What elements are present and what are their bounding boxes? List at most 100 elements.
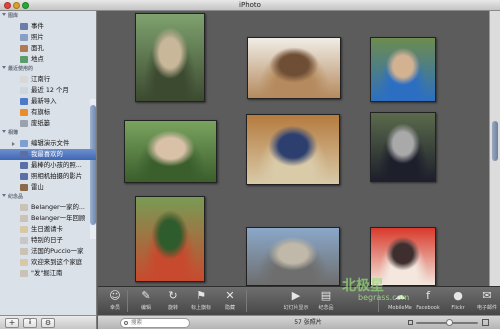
window-title: iPhoto [239, 1, 261, 9]
recent-item-label: 江南行 [31, 75, 51, 83]
iphoto-window: iPhoto 图库事件照片面孔 地点最近使用的江南行最近 12 个月 最新导入 有旗标… [0, 0, 500, 329]
photo-crabs-on-plate[interactable] [247, 37, 341, 99]
action-gear-button[interactable]: ⚙ [41, 318, 55, 328]
recent-item-2[interactable]: 最新导入 [0, 96, 96, 107]
smart-album-icon [20, 162, 28, 169]
places-icon [20, 56, 28, 63]
status-bar: 搜索 57 张照片 [98, 315, 500, 329]
calendar-icon [20, 87, 28, 94]
section-header-albums[interactable]: 相簿 [2, 130, 18, 137]
flickr-icon: ● [453, 289, 463, 302]
keepsake-item-6[interactable]: "发"掘江南 [0, 268, 96, 279]
library-item-0[interactable]: 事件 [0, 21, 96, 32]
disclosure-triangle-icon[interactable] [2, 66, 6, 69]
recent-item-label: 废纸篓 [31, 119, 51, 127]
recent-item-4[interactable]: 废纸篓 [0, 118, 96, 129]
toolbar-button-5[interactable]: ▶ 幻灯片显示 [280, 288, 312, 315]
x-hide-icon: ✕ [225, 289, 235, 302]
toolbar-button-10[interactable]: ✉ 电子邮件 [471, 288, 500, 315]
photo-family-by-trees[interactable] [124, 120, 217, 183]
photo-browser [98, 11, 489, 286]
email-icon: ✉ [482, 289, 492, 302]
facebook-icon: f [426, 289, 430, 302]
watermark-line2: begrass.com [358, 293, 410, 302]
album-item-label: 最棒的小孩的照... [31, 161, 82, 169]
rotate-icon: ↻ [168, 289, 178, 302]
keepsake-item-2[interactable]: 生日邀请卡 [0, 224, 96, 235]
zoom-slider-knob[interactable] [446, 319, 453, 326]
keepsake-item-label: Belanger一家的... [31, 203, 85, 211]
pencil-icon: ✎ [141, 289, 151, 302]
toolbar-button-3[interactable]: ⚑ 标上旗标 [185, 288, 217, 315]
album-item-label: 我最喜欢的 [31, 150, 63, 158]
faces-icon [20, 45, 28, 52]
section-header-recent[interactable]: 最近使用的 [2, 66, 33, 73]
toolbar-button-4[interactable]: ✕ 隐藏 [214, 288, 246, 315]
search-placeholder: 搜索 [131, 320, 143, 326]
recent-item-1[interactable]: 最近 12 个月 [0, 85, 96, 96]
photo-family-in-car[interactable] [246, 114, 340, 185]
card-icon [20, 259, 28, 266]
recent-item-0[interactable]: 江南行 [0, 74, 96, 85]
keepsake-item-4[interactable]: 法国的Puccio一家 [0, 246, 96, 257]
keepsake-item-label: "发"掘江南 [31, 269, 63, 277]
toolbar-button-label: 标上旗标 [190, 305, 211, 311]
toolbar-button-6[interactable]: ▤ 纪念品 [310, 288, 342, 315]
disclosure-triangle-icon[interactable] [12, 142, 15, 146]
section-header-keepsakes[interactable]: 纪念品 [2, 194, 23, 201]
library-item-2[interactable]: 面孔 [0, 43, 96, 54]
photo-browser-scroll-thumb[interactable] [492, 121, 498, 161]
album-item-1[interactable]: 我最喜欢的 [0, 149, 96, 160]
watermark-line1: 北极星 [342, 278, 384, 294]
keepsake-item-label: 特别的日子 [31, 236, 63, 244]
zoom-slider[interactable] [416, 319, 478, 326]
zoom-in-icon [482, 319, 489, 326]
library-item-1[interactable]: 照片 [0, 32, 96, 43]
person-icon: ☺ [109, 289, 121, 302]
album-item-3[interactable]: 照相机拍摄的影片 [0, 171, 96, 182]
keepsake-item-label: 法国的Puccio一家 [31, 247, 84, 255]
keepsake-item-5[interactable]: 欢迎来到这个家庭 [0, 257, 96, 268]
disclosure-triangle-icon[interactable] [2, 13, 6, 16]
photo-on-park-bench[interactable] [370, 112, 436, 182]
add-album-button[interactable]: + [5, 318, 19, 328]
events-icon [20, 23, 28, 30]
library-item-label: 事件 [31, 22, 44, 30]
album-item-2[interactable]: 最棒的小孩的照... [0, 160, 96, 171]
book-icon [20, 215, 28, 222]
bottom-toolbar: ☺ 幸员 ✎ 编辑 ↻ 旋转 ⚑ 标上旗标 ✕ 隐藏 ▶ 幻灯片显示 ▤ 纪念品 ☁ MobileMe f Fac… [98, 286, 500, 315]
section-header-library[interactable]: 图库 [2, 13, 18, 20]
photo-browser-scrollbar[interactable] [489, 11, 500, 286]
recent-item-3[interactable]: 有旗标 [0, 107, 96, 118]
watermark: 北极星 begrass.com [342, 275, 409, 302]
album-item-0[interactable]: 编辑演示文件 [0, 138, 96, 149]
info-button[interactable]: i [23, 318, 37, 328]
section-header-label: 最近使用的 [8, 66, 34, 72]
photo-couple-in-garden[interactable] [135, 196, 205, 282]
keepsake-item-0[interactable]: Belanger一家的... [0, 202, 96, 213]
library-item-3[interactable]: 地点 [0, 54, 96, 65]
disclosure-triangle-icon[interactable] [2, 130, 6, 133]
toolbar-button-8[interactable]: f Facebook [412, 288, 444, 315]
library-item-label: 照片 [31, 33, 44, 41]
album-icon [20, 184, 28, 191]
toolbar-button-9[interactable]: ● Flickr [442, 288, 474, 315]
calendar-book-icon [20, 237, 28, 244]
keepsake-item-1[interactable]: Belanger一年回顾 [0, 213, 96, 224]
photo-father-and-son[interactable] [246, 227, 340, 286]
photo-boy-blue-cap[interactable] [370, 37, 436, 102]
disclosure-triangle-icon[interactable] [2, 194, 6, 197]
search-field[interactable]: 搜索 [120, 318, 190, 328]
toolbar-button-label: 隐藏 [224, 305, 235, 311]
section-header-label: 纪念品 [8, 194, 24, 200]
book-icon [20, 204, 28, 211]
album-item-4[interactable]: 雷山 [0, 182, 96, 193]
folder-icon [20, 140, 28, 147]
photo-boy-striped-shirt[interactable] [135, 13, 205, 102]
book-icon [20, 248, 28, 255]
library-item-label: 地点 [31, 55, 44, 63]
section-header-label: 图库 [8, 13, 19, 19]
keepsake-item-3[interactable]: 特别的日子 [0, 235, 96, 246]
toolbar-button-label: Flickr [451, 305, 465, 311]
card-icon [20, 226, 28, 233]
